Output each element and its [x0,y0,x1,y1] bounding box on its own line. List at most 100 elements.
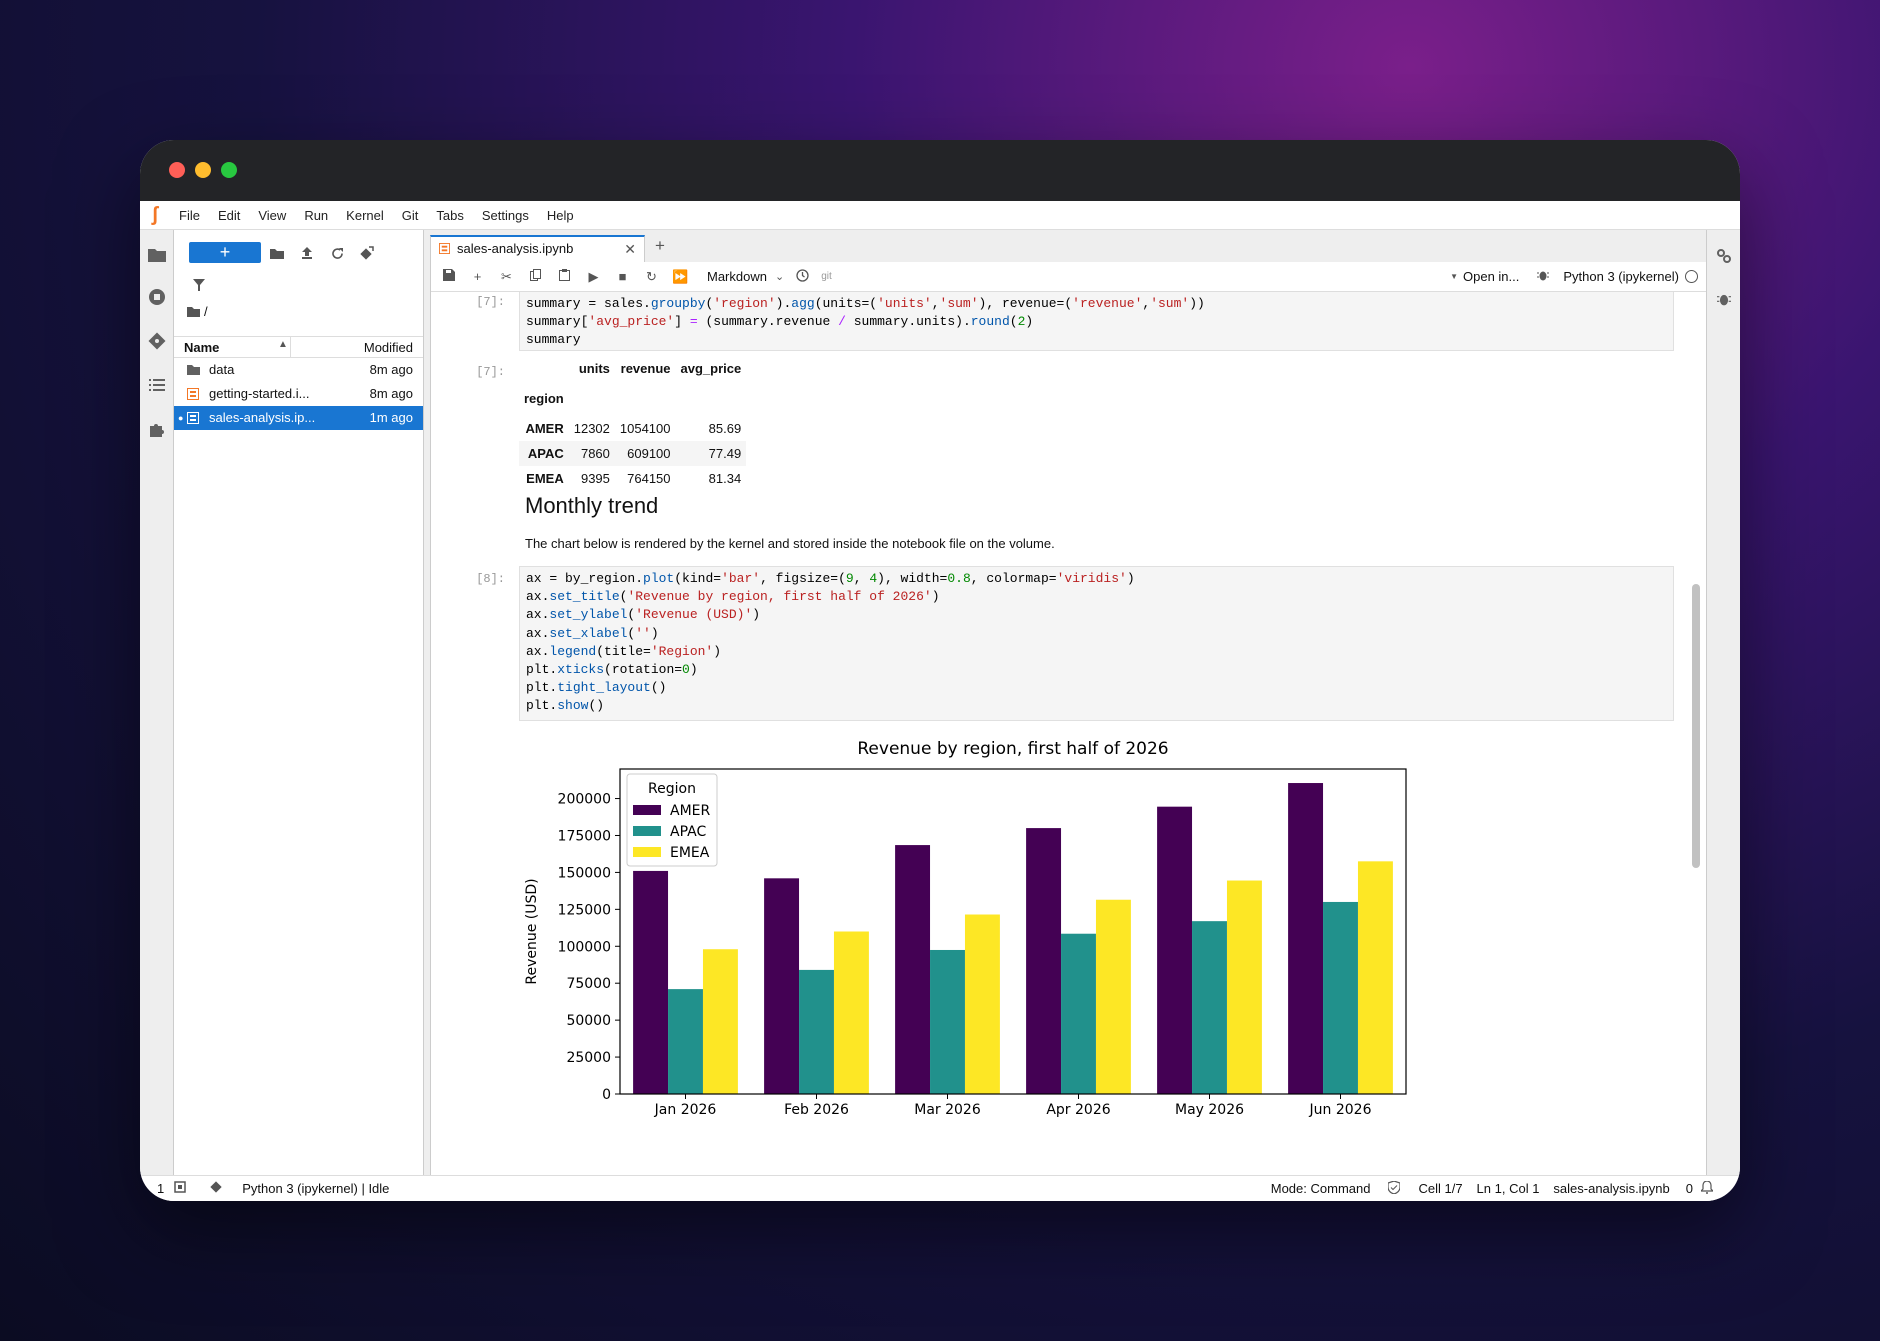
save-icon[interactable] [434,269,463,284]
table-row: APAC 7860 609100 77.49 [519,441,747,466]
menu-kernel[interactable]: Kernel [337,201,393,230]
row-index: APAC [527,446,564,461]
status-count[interactable]: 1 [157,1181,164,1196]
notebook-content: [7]: summary = sales.groupby('region').a… [431,292,1706,1175]
bar [833,931,869,1094]
input-prompt: [7]: [476,295,505,309]
jupyter-logo-icon: ʃ [151,203,159,226]
y-axis-label: Revenue (USD) [524,878,540,984]
restart-icon[interactable]: ↻ [637,269,666,285]
legend-swatch [633,847,661,857]
breadcrumb-path[interactable]: / [204,304,208,319]
running-dot-icon: ● [178,413,184,423]
refresh-icon[interactable] [326,242,348,264]
upload-icon[interactable] [296,242,318,264]
y-tick-label: 25000 [566,1050,611,1066]
new-folder-icon[interactable] [266,242,288,264]
column-divider [290,337,291,357]
git-clone-icon[interactable] [356,242,378,264]
code-cell[interactable]: ax = by_region.plot(kind='bar', figsize=… [519,566,1674,721]
clock-icon[interactable] [796,268,809,285]
filter-icon[interactable] [188,274,210,296]
bar [1157,806,1193,1094]
dataframe-table: units revenue avg_price region AMER 1230… [519,356,747,491]
folder-icon [187,306,200,317]
minimize-window-button[interactable] [195,162,211,178]
debugger-icon[interactable] [1713,288,1735,310]
notification-count[interactable]: 0 [1686,1181,1693,1196]
kernel-status-icon [1685,270,1698,283]
git-icon[interactable] [210,1181,222,1196]
cut-icon[interactable]: ✂ [492,269,521,285]
open-in-button[interactable]: Open in... [1463,269,1519,284]
column-header: avg_price [680,361,742,376]
column-modified-header[interactable]: Modified [364,340,413,355]
insert-cell-icon[interactable]: + [463,269,492,284]
x-tick-label: Feb 2026 [784,1102,849,1118]
vertical-scrollbar[interactable] [1692,292,1700,1175]
folder-icon[interactable] [146,244,168,266]
file-row[interactable]: ● sales-analysis.ip... 1m ago [174,406,423,430]
sort-ascending-icon[interactable]: ▲ [278,339,288,350]
mode-indicator[interactable]: Mode: Command [1271,1181,1371,1196]
bell-icon[interactable] [1699,1179,1715,1197]
tab-sales-analysis[interactable]: sales-analysis.ipynb ✕ [430,235,645,262]
git-icon[interactable] [146,330,168,352]
y-tick-label: 150000 [558,865,611,881]
paste-icon[interactable] [550,269,579,284]
bar [1357,861,1393,1094]
stop-icon[interactable]: ■ [608,269,637,284]
file-row[interactable]: getting-started.i... 8m ago [174,382,423,406]
close-window-button[interactable] [169,162,185,178]
chevron-down-icon[interactable]: ⌄ [775,270,784,283]
close-tab-icon[interactable]: ✕ [624,237,636,261]
cell-units: 7860 [580,446,610,461]
copy-icon[interactable] [521,269,550,284]
shield-icon[interactable] [1387,1179,1402,1197]
legend-label: AMER [670,803,711,819]
new-tab-button[interactable]: + [648,235,672,259]
bar [1323,901,1358,1094]
bar [764,878,800,1094]
file-row[interactable]: data 8m ago [174,358,423,382]
bar [1226,880,1262,1094]
new-launcher-button[interactable]: + [189,242,261,263]
column-name-header[interactable]: Name [184,340,219,355]
cursor-position[interactable]: Ln 1, Col 1 [1477,1181,1540,1196]
menu-view[interactable]: View [249,201,295,230]
extensions-icon[interactable] [146,418,168,440]
menu-file[interactable]: File [170,201,209,230]
maximize-window-button[interactable] [221,162,237,178]
property-inspector-icon[interactable] [1713,245,1735,267]
document-tab-bar: sales-analysis.ipynb ✕ + [424,230,1706,262]
menu-tabs[interactable]: Tabs [427,201,472,230]
kernel-icon[interactable] [174,1181,186,1196]
menu-settings[interactable]: Settings [473,201,538,230]
menu-help[interactable]: Help [538,201,583,230]
kernel-status-text[interactable]: Python 3 (ipykernel) | Idle [242,1181,389,1196]
menu-run[interactable]: Run [295,201,337,230]
debugger-icon[interactable] [1537,269,1550,284]
bar [1095,899,1131,1094]
file-name-status: sales-analysis.ipynb [1553,1181,1670,1196]
fast-forward-icon[interactable]: ⏩ [666,269,695,285]
scrollbar-thumb[interactable] [1692,584,1700,868]
table-of-contents-icon[interactable] [146,374,168,396]
markdown-paragraph: The chart below is rendered by the kerne… [525,536,1055,551]
menu-edit[interactable]: Edit [209,201,249,230]
cell-indicator[interactable]: Cell 1/7 [1418,1181,1462,1196]
code-cell[interactable]: summary = sales.groupby('region').agg(un… [519,292,1674,351]
legend-swatch [633,805,661,815]
right-sidebar [1706,230,1740,1175]
y-tick-label: 100000 [558,939,611,955]
bar [1026,828,1062,1094]
main-work-area: sales-analysis.ipynb ✕ + + ✂ ▶ ■ ↻ ⏩ Mar… [424,230,1706,1175]
kernel-name[interactable]: Python 3 (ipykernel) [1563,269,1679,284]
x-tick-label: Mar 2026 [914,1102,981,1118]
bar [668,989,703,1094]
menu-git[interactable]: Git [393,201,428,230]
running-icon[interactable] [146,286,168,308]
input-prompt: [8]: [476,572,505,586]
run-icon[interactable]: ▶ [579,269,608,285]
cell-type-select[interactable]: Markdown [707,269,767,284]
